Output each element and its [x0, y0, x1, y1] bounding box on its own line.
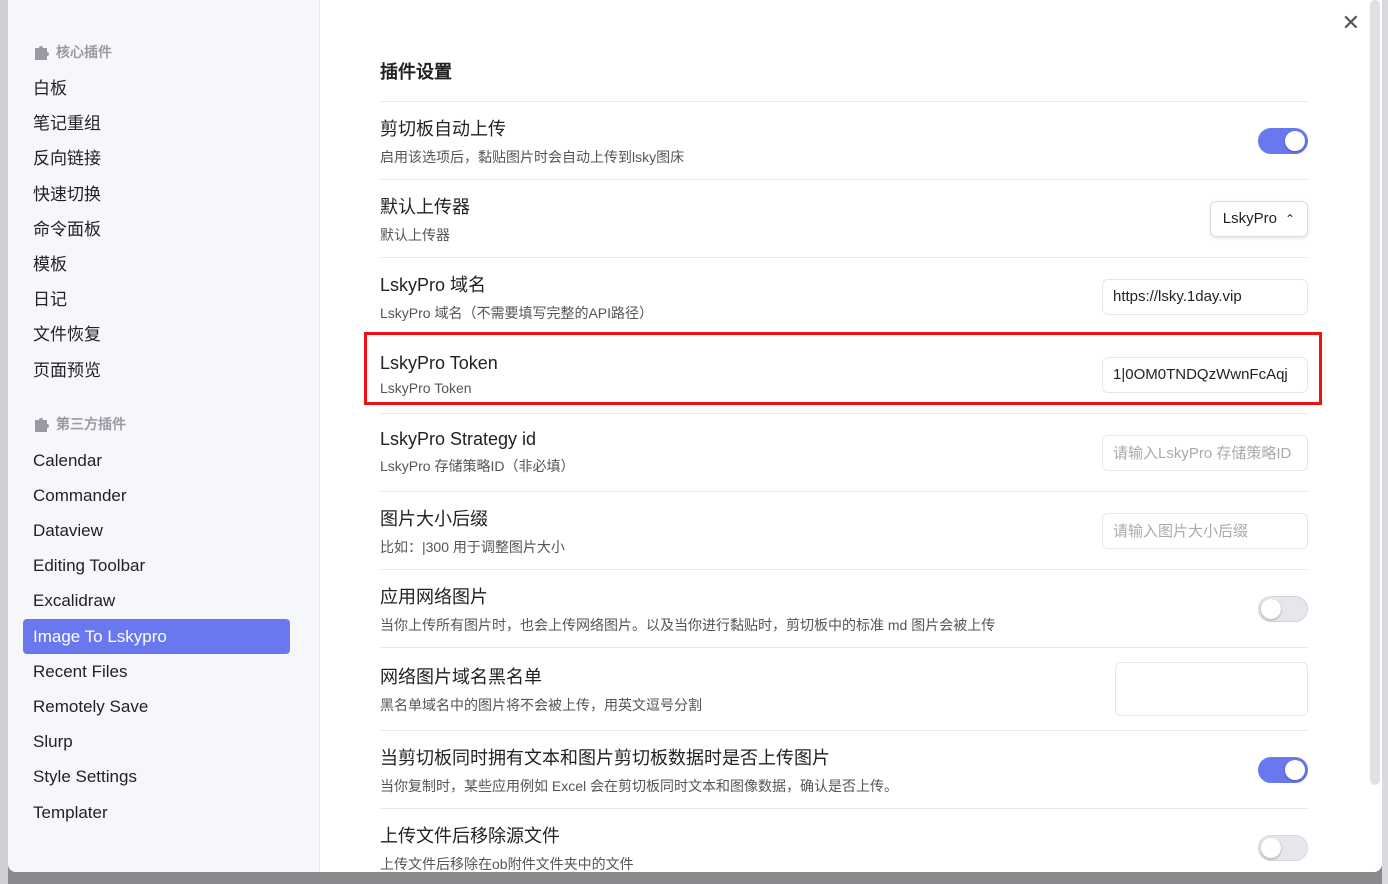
setting-info: 默认上传器 默认上传器: [380, 193, 1210, 245]
setting-description: LskyPro 存储策略ID（非必填）: [380, 458, 575, 474]
setting-row: LskyPro 域名 LskyPro 域名（不需要填写完整的API路径） https…: [380, 257, 1308, 335]
setting-info: 图片大小后缀比如：|300 用于调整图片大小: [380, 505, 1102, 557]
sidebar-item[interactable]: 模板: [23, 247, 290, 282]
sidebar-item[interactable]: Excalidraw: [23, 583, 290, 618]
sidebar-item[interactable]: Image To Lskypro: [23, 618, 290, 654]
setting-row: LskyPro Token LskyPro Token 1|0OM0TNDQzWwn…: [364, 332, 1322, 413]
setting-name: 上传文件后移除源文件: [380, 825, 560, 846]
setting-description: LskyPro 域名（不需要填写完整的API路径）: [380, 304, 654, 321]
setting-row: LskyPro Strategy id LskyPro 存储策略ID（非必填） 请输…: [380, 413, 1308, 491]
setting-info: 剪切板自动上传启用该选项后，黏贴图片时会自动上传到lsky图床: [380, 115, 1258, 167]
setting-row: 默认上传器 默认上传器 LskyPro ⌃: [380, 179, 1308, 257]
text-input-placeholder: 请输入图片大小后缀: [1113, 523, 1249, 540]
setting-name: 当剪切板同时拥有文本和图片剪切板数据时是否上传图片: [380, 747, 830, 768]
sidebar-item[interactable]: Slurp: [23, 724, 290, 759]
text-input[interactable]: https://lsky.1day.vip: [1102, 278, 1308, 315]
setting-name: LskyPro 域名: [380, 274, 487, 295]
setting-description: 上传文件后移除在ob附件文件夹中的文件: [380, 855, 634, 872]
setting-info: LskyPro Token LskyPro Token: [380, 353, 1102, 396]
setting-info: 上传文件后移除源文件上传文件后移除在ob附件文件夹中的文件: [380, 822, 1258, 873]
chevron-updown-icon: ⌃: [1284, 211, 1295, 226]
setting-name: 剪切板自动上传: [380, 118, 506, 139]
third-party-plugins-title: 第三方插件: [56, 415, 126, 432]
setting-name: LskyPro Token: [380, 353, 498, 373]
setting-description: 默认上传器: [380, 226, 450, 243]
setting-description: 当你复制时，某些应用例如 Excel 会在剪切板同时文本和图像数据，确认是否上传…: [380, 777, 899, 794]
toggle-switch[interactable]: [1258, 834, 1308, 861]
setting-description: 启用该选项后，黏贴图片时会自动上传到lsky图床: [380, 148, 685, 165]
setting-info: 网络图片域名黑名单黑名单域名中的图片将不会被上传，用英文逗号分割: [380, 663, 1115, 715]
sidebar-item[interactable]: Templater: [23, 795, 290, 830]
third-party-plugins-heading: 第三方插件: [23, 410, 290, 438]
sidebar-item[interactable]: 快速切换: [23, 177, 290, 212]
sidebar-item[interactable]: 反向链接: [23, 141, 290, 176]
setting-info: LskyPro Strategy id LskyPro 存储策略ID（非必填）: [380, 429, 1102, 476]
settings-modal: 核心插件 白板 笔记重组 反向链接 快速切换 命令面板 模板 日记 文件恢复 页面预览 第三方插…: [8, 0, 1382, 872]
background-app: [0, 0, 8, 884]
setting-description: 当你上传所有图片时，也会上传网络图片。以及当你进行黏贴时，剪切板中的标准 md …: [380, 616, 996, 633]
core-plugins-title: 核心插件: [56, 44, 112, 60]
sidebar-item[interactable]: Calendar: [23, 443, 290, 478]
uploader-select[interactable]: LskyPro ⌃: [1209, 200, 1308, 237]
setting-name: LskyPro Strategy id: [380, 429, 537, 449]
setting-row: 图片大小后缀 比如：|300 用于调整图片大小 请输入图片大小后缀: [380, 491, 1308, 569]
setting-row: 上传文件后移除源文件上传文件后移除在ob附件文件夹中的文件: [380, 808, 1308, 872]
sidebar-item[interactable]: 白板: [23, 71, 290, 106]
text-input-placeholder: 请输入LskyPro 存储策略ID: [1113, 445, 1292, 462]
sidebar-item[interactable]: Style Settings: [23, 759, 290, 794]
text-input-value: https://lsky.1day.vip: [1113, 288, 1242, 305]
sidebar-item[interactable]: 页面预览: [23, 353, 290, 388]
sidebar-item[interactable]: 命令面板: [23, 212, 290, 247]
sidebar-item[interactable]: Editing Toolbar: [23, 548, 290, 583]
setting-description: 黑名单域名中的图片将不会被上传，用英文逗号分割: [380, 697, 702, 713]
setting-name: 默认上传器: [380, 196, 470, 217]
settings-content: ✕ 插件设置 剪切板自动上传 启用该选项后，黏贴图片时会自动上传到lsky图床 默认…: [320, 0, 1382, 872]
setting-name: 应用网络图片: [380, 586, 488, 607]
setting-row: 当剪切板同时拥有文本和图片剪切板数据时是否上传图片当你复制时，某些应用例如 Ex…: [380, 730, 1308, 808]
text-input[interactable]: 1|0OM0TNDQzWwnFcAqj: [1102, 356, 1308, 393]
sidebar-item[interactable]: 笔记重组: [23, 106, 290, 141]
setting-row: 网络图片域名黑名单黑名单域名中的图片将不会被上传，用英文逗号分割: [380, 647, 1308, 730]
sidebar-item[interactable]: 文件恢复: [23, 317, 290, 352]
setting-description: LskyPro Token: [380, 380, 472, 396]
page-title: 插件设置: [380, 62, 452, 82]
core-plugins-heading: 核心插件: [23, 38, 290, 66]
sidebar-item[interactable]: Remotely Save: [23, 689, 290, 724]
sidebar-item[interactable]: Recent Files: [23, 654, 290, 689]
sidebar-item[interactable]: Commander: [23, 478, 290, 513]
setting-description: 比如：|300 用于调整图片大小: [380, 538, 565, 555]
sidebar-item[interactable]: Dataview: [23, 513, 290, 548]
scrollbar[interactable]: [1370, 0, 1380, 785]
setting-info: LskyPro 域名 LskyPro 域名（不需要填写完整的API路径）: [380, 271, 1102, 323]
setting-name: 网络图片域名黑名单: [380, 667, 542, 687]
background-app-right: [1382, 0, 1388, 884]
settings-sidebar: 核心插件 白板 笔记重组 反向链接 快速切换 命令面板 模板 日记 文件恢复 页面预览 第三方插…: [8, 0, 320, 872]
close-icon[interactable]: ✕: [1342, 10, 1360, 36]
text-input-value: 1|0OM0TNDQzWwnFcAqj: [1113, 366, 1288, 383]
setting-info: 当剪切板同时拥有文本和图片剪切板数据时是否上传图片当你复制时，某些应用例如 Ex…: [380, 744, 1258, 796]
text-input[interactable]: 请输入LskyPro 存储策略ID: [1102, 434, 1308, 471]
setting-info: 应用网络图片当你上传所有图片时，也会上传网络图片。以及当你进行黏贴时，剪切板中的…: [380, 583, 1258, 635]
toggle-switch[interactable]: [1258, 595, 1308, 622]
select-value: LskyPro: [1222, 210, 1277, 227]
blacklist-textarea[interactable]: [1115, 662, 1308, 716]
sidebar-item[interactable]: 日记: [23, 282, 290, 317]
toggle-switch[interactable]: [1258, 127, 1308, 154]
toggle-switch[interactable]: [1258, 756, 1308, 783]
setting-name: 图片大小后缀: [380, 508, 488, 529]
text-input[interactable]: 请输入图片大小后缀: [1102, 512, 1308, 549]
puzzle-icon: [35, 46, 49, 60]
puzzle-icon: [35, 417, 49, 432]
setting-row: 应用网络图片当你上传所有图片时，也会上传网络图片。以及当你进行黏贴时，剪切板中的…: [380, 569, 1308, 647]
setting-row: 剪切板自动上传启用该选项后，黏贴图片时会自动上传到lsky图床: [380, 101, 1308, 179]
